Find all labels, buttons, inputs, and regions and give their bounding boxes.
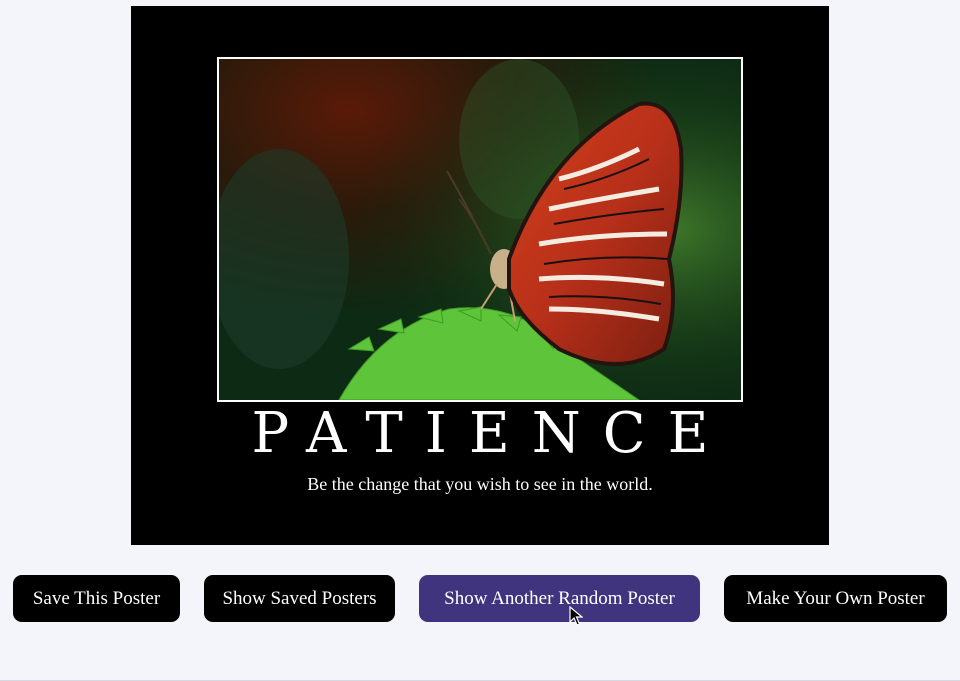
page: PATIENCE Be the change that you wish to … [0,0,960,681]
button-row: Save This Poster Show Saved Posters Show… [0,575,960,622]
butterfly-image [219,59,741,400]
show-random-poster-button[interactable]: Show Another Random Poster [419,575,700,622]
poster: PATIENCE Be the change that you wish to … [131,6,829,545]
show-saved-posters-button[interactable]: Show Saved Posters [204,575,395,622]
mouse-pointer-icon [569,606,583,626]
poster-title: PATIENCE [251,401,731,466]
poster-quote: Be the change that you wish to see in th… [307,474,653,494]
save-poster-button[interactable]: Save This Poster [13,575,180,622]
make-own-poster-button[interactable]: Make Your Own Poster [724,575,947,622]
poster-image [217,57,743,402]
